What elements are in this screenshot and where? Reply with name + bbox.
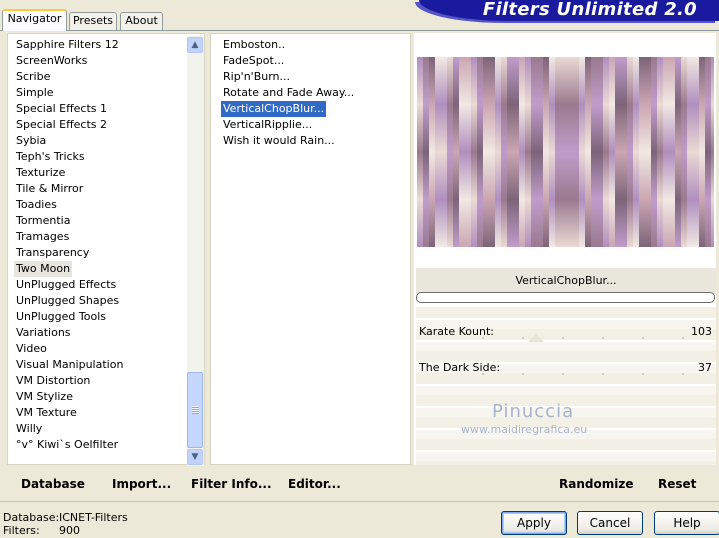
category-item[interactable]: Transparency bbox=[14, 245, 91, 261]
grip-icon bbox=[192, 406, 199, 414]
category-item[interactable]: UnPlugged Tools bbox=[14, 309, 108, 325]
filter-item[interactable]: Rotate and Fade Away... bbox=[221, 85, 356, 101]
category-item[interactable]: Tile & Mirror bbox=[14, 181, 85, 197]
category-item[interactable]: VM Distortion bbox=[14, 373, 92, 389]
category-item[interactable]: Visual Manipulation bbox=[14, 357, 125, 373]
category-item[interactable]: Toadies bbox=[14, 197, 59, 213]
watermark-url: www.maidiregrafica.eu bbox=[461, 423, 588, 436]
status-separator bbox=[0, 501, 719, 502]
category-item[interactable]: Sapphire Filters 12 bbox=[14, 37, 121, 53]
scroll-up-button[interactable]: ▲ bbox=[187, 37, 203, 53]
progress-bar bbox=[416, 292, 715, 303]
cancel-button[interactable]: Cancel bbox=[577, 511, 643, 535]
category-item[interactable]: Special Effects 1 bbox=[14, 101, 109, 117]
filter-item[interactable]: Rip'n'Burn... bbox=[221, 69, 292, 85]
filter-item[interactable]: VerticalRipplie... bbox=[221, 117, 314, 133]
category-item[interactable]: °v° Kiwi`s Oelfilter bbox=[14, 437, 120, 453]
tab-about[interactable]: About bbox=[120, 12, 163, 30]
slider-value: 37 bbox=[698, 361, 712, 374]
category-item[interactable]: Video bbox=[14, 341, 49, 357]
slider-value: 103 bbox=[691, 325, 712, 338]
category-list[interactable]: Sapphire Filters 12 ScreenWorks Scribe Simp… bbox=[7, 33, 205, 465]
preview-image[interactable] bbox=[417, 57, 714, 247]
category-item[interactable]: Variations bbox=[14, 325, 73, 341]
category-item[interactable]: Willy bbox=[14, 421, 44, 437]
scroll-down-button[interactable]: ▼ bbox=[187, 449, 203, 465]
category-item[interactable]: Scribe bbox=[14, 69, 52, 85]
status-filters-value: 900 bbox=[59, 524, 80, 537]
scroll-thumb[interactable] bbox=[187, 372, 203, 448]
preview-filter-name: VerticalChopBlur... bbox=[515, 274, 617, 287]
app-title: Filters Unlimited 2.0 bbox=[482, 0, 697, 20]
editor-button[interactable]: Editor... bbox=[288, 476, 341, 492]
category-item[interactable]: ScreenWorks bbox=[14, 53, 89, 69]
category-item[interactable]: UnPlugged Shapes bbox=[14, 293, 121, 309]
database-button[interactable]: Database bbox=[21, 476, 85, 492]
preview-overlay bbox=[417, 57, 714, 247]
category-item[interactable]: Two Moon bbox=[14, 261, 73, 277]
category-item[interactable]: VM Stylize bbox=[14, 389, 75, 405]
preview-canvas bbox=[417, 57, 714, 247]
slider-track[interactable] bbox=[482, 337, 702, 339]
reset-button[interactable]: Reset bbox=[658, 476, 696, 492]
status-database-value: ICNET-Filters bbox=[59, 511, 128, 524]
filter-item[interactable]: FadeSpot... bbox=[221, 53, 286, 69]
filter-list[interactable]: Emboston.. FadeSpot... Rip'n'Burn... Rotate… bbox=[210, 33, 411, 465]
status-filters-label: Filters: bbox=[3, 524, 40, 537]
category-scrollbar[interactable]: ▲ ▼ bbox=[187, 36, 204, 466]
tab-navigator[interactable]: Navigator bbox=[2, 9, 67, 31]
filter-item[interactable]: Emboston.. bbox=[221, 37, 287, 53]
tab-presets[interactable]: Presets bbox=[69, 12, 117, 30]
slider-thumb[interactable] bbox=[528, 333, 544, 342]
app-banner: Filters Unlimited 2.0 bbox=[419, 0, 719, 21]
slider-karate-kount[interactable]: Karate Kount: 103 bbox=[416, 323, 716, 343]
filter-item[interactable]: VerticalChopBlur... bbox=[221, 101, 327, 117]
category-item[interactable]: VM Texture bbox=[14, 405, 79, 421]
filter-info-button[interactable]: Filter Info... bbox=[191, 476, 272, 492]
category-item[interactable]: Tramages bbox=[14, 229, 71, 245]
import-button[interactable]: Import... bbox=[112, 476, 171, 492]
randomize-button[interactable]: Randomize bbox=[559, 476, 633, 492]
slider-the-dark-side[interactable]: The Dark Side: 37 bbox=[416, 359, 716, 379]
slider-track[interactable] bbox=[482, 373, 702, 375]
category-item[interactable]: Teph's Tricks bbox=[14, 149, 87, 165]
category-item[interactable]: Tormentia bbox=[14, 213, 72, 229]
status-database-label: Database: bbox=[3, 511, 60, 524]
category-item[interactable]: Sybia bbox=[14, 133, 48, 149]
category-item[interactable]: UnPlugged Effects bbox=[14, 277, 118, 293]
category-item[interactable]: Special Effects 2 bbox=[14, 117, 109, 133]
help-button[interactable]: Help bbox=[654, 511, 719, 535]
watermark-name: Pinuccia bbox=[492, 401, 575, 422]
filter-item[interactable]: Wish it would Rain... bbox=[221, 133, 337, 149]
apply-button[interactable]: Apply bbox=[501, 511, 567, 535]
category-item[interactable]: Texturize bbox=[14, 165, 67, 181]
category-item[interactable]: Simple bbox=[14, 85, 56, 101]
